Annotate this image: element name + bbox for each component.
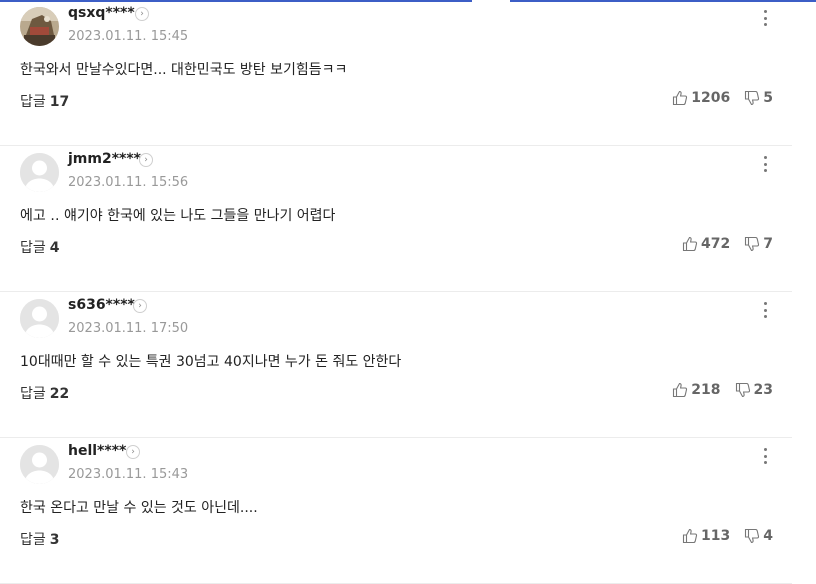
reply-label: 답글 <box>20 94 46 110</box>
reply-button[interactable]: 답글 17 <box>20 91 69 111</box>
vote-area: 218 23 <box>672 382 773 398</box>
thumbs-down-icon <box>735 382 750 398</box>
like-button[interactable]: 218 <box>672 382 721 398</box>
thumbs-up-icon <box>673 382 688 398</box>
thumbs-up-icon <box>682 528 698 544</box>
comment-text: 10대때만 할 수 있는 특권 30넘고 40지나면 누가 돈 줘도 안한다 <box>20 354 402 370</box>
comment-date: 2023.01.11. 15:43 <box>68 467 189 482</box>
default-avatar-icon <box>20 445 59 484</box>
avatar[interactable] <box>20 7 59 46</box>
thumbs-down-icon <box>745 528 760 544</box>
like-button[interactable]: 1206 <box>672 90 730 106</box>
default-avatar-icon <box>20 153 59 192</box>
username[interactable]: jmm2**** <box>68 151 141 167</box>
avatar[interactable] <box>20 153 59 192</box>
vote-area: 113 4 <box>682 528 773 544</box>
dislike-count: 5 <box>763 90 773 106</box>
thumbs-up-icon <box>682 236 698 252</box>
comment-date: 2023.01.11. 15:45 <box>68 29 189 44</box>
dislike-count: 7 <box>763 236 773 252</box>
comment-date: 2023.01.11. 17:50 <box>68 321 189 336</box>
reply-count: 4 <box>49 240 60 256</box>
more-vertical-icon[interactable] <box>758 446 772 466</box>
thumbs-up-icon <box>673 90 688 106</box>
comment-date: 2023.01.11. 15:56 <box>68 175 189 190</box>
reply-count: 3 <box>49 532 60 548</box>
username[interactable]: hell**** <box>68 443 126 459</box>
like-button[interactable]: 113 <box>682 528 730 544</box>
like-button[interactable]: 472 <box>682 236 730 252</box>
avatar[interactable] <box>20 445 59 484</box>
reply-label: 답글 <box>20 240 46 256</box>
reply-button[interactable]: 답글 4 <box>20 237 60 257</box>
comment-item: qsxq**** › 2023.01.11. 15:45 한국와서 만날수있다면… <box>0 0 792 146</box>
dislike-button[interactable]: 5 <box>744 90 773 106</box>
default-avatar-icon <box>20 299 59 338</box>
comment-item: jmm2**** › 2023.01.11. 15:56 에고 ‥ 얘기야 한국… <box>0 146 792 292</box>
like-count: 1206 <box>691 90 731 106</box>
reply-count: 17 <box>49 94 70 110</box>
dislike-button[interactable]: 23 <box>735 382 773 398</box>
vote-area: 1206 5 <box>672 90 773 106</box>
dislike-button[interactable]: 7 <box>744 236 773 252</box>
reply-button[interactable]: 답글 22 <box>20 383 69 403</box>
dislike-count: 23 <box>753 382 773 398</box>
chevron-right-icon[interactable]: › <box>126 445 140 459</box>
profile-photo-icon <box>20 7 59 46</box>
reply-count: 22 <box>49 386 70 402</box>
reply-label: 답글 <box>20 532 46 548</box>
thumbs-down-icon <box>745 236 760 252</box>
comment-text: 한국와서 만날수있다면... 대한민국도 방탄 보기힘듬ㅋㅋ <box>20 62 348 78</box>
like-count: 113 <box>701 528 731 544</box>
dislike-button[interactable]: 4 <box>744 528 773 544</box>
comment-item: hell**** › 2023.01.11. 15:43 한국 온다고 만날 수… <box>0 438 792 584</box>
comment-item: s636**** › 2023.01.11. 17:50 10대때만 할 수 있… <box>0 292 792 438</box>
dislike-count: 4 <box>763 528 773 544</box>
comment-text: 한국 온다고 만날 수 있는 것도 아닌데.... <box>20 500 258 516</box>
vote-area: 472 7 <box>682 236 773 252</box>
username[interactable]: qsxq**** <box>68 5 135 21</box>
reply-button[interactable]: 답글 3 <box>20 529 60 549</box>
chevron-right-icon[interactable]: › <box>133 299 147 313</box>
chevron-right-icon[interactable]: › <box>135 7 149 21</box>
more-vertical-icon[interactable] <box>758 300 772 320</box>
avatar[interactable] <box>20 299 59 338</box>
reply-label: 답글 <box>20 386 46 402</box>
chevron-right-icon[interactable]: › <box>139 153 153 167</box>
like-count: 218 <box>691 382 721 398</box>
username[interactable]: s636**** <box>68 297 135 313</box>
comment-text: 에고 ‥ 얘기야 한국에 있는 나도 그들을 만나기 어렵다 <box>20 208 336 224</box>
like-count: 472 <box>701 236 731 252</box>
more-vertical-icon[interactable] <box>758 154 772 174</box>
more-vertical-icon[interactable] <box>758 8 772 28</box>
thumbs-down-icon <box>745 90 760 106</box>
